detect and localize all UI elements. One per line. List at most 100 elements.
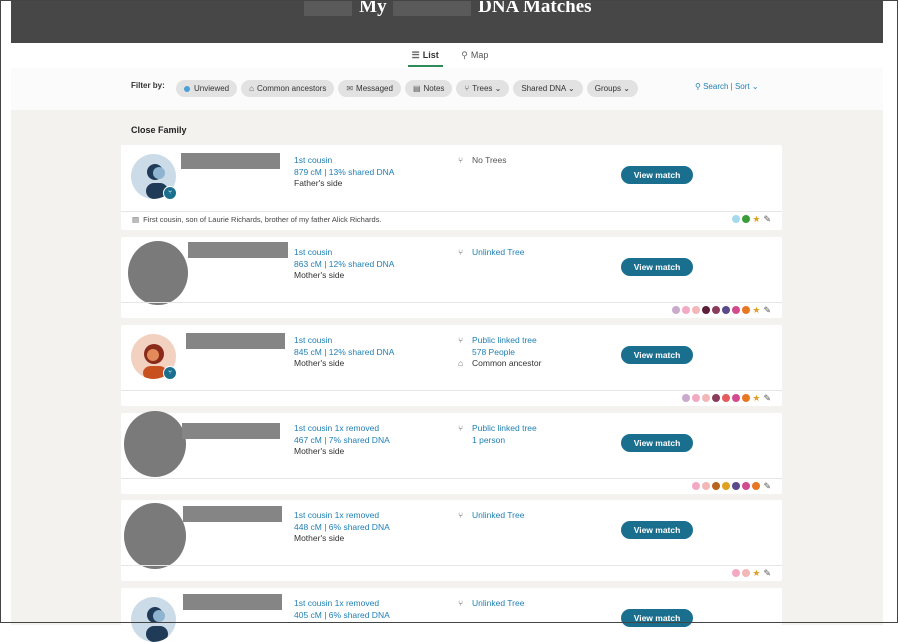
relationship[interactable]: 1st cousin	[294, 155, 394, 167]
group-dot	[732, 569, 741, 577]
star-icon[interactable]: ★	[752, 569, 760, 578]
group-dot	[732, 394, 741, 402]
filter-chip-common-ancestors[interactable]: ⌂ Common ancestors	[241, 80, 335, 97]
star-icon[interactable]: ★	[752, 394, 760, 403]
view-match-button[interactable]: View match	[621, 258, 693, 276]
edit-pencil-icon[interactable]: ✎	[763, 306, 771, 315]
tree-icon: ⑂	[458, 423, 464, 433]
chevron-down-icon: ⌄	[623, 84, 630, 93]
list-icon: ☰	[411, 50, 420, 60]
group-dots: ★ ✎	[672, 306, 771, 315]
filter-chips: Unviewed ⌂ Common ancestors ✉ Messaged ▤ No…	[176, 80, 638, 97]
redacted-match-name	[183, 594, 282, 610]
shared-dna[interactable]: 845 cM | 12% shared DNA	[294, 347, 394, 359]
redacted-name	[304, 0, 353, 16]
tree-info: ⑂ Unlinked Tree	[458, 598, 525, 608]
shared-dna[interactable]: 879 cM | 13% shared DNA	[294, 167, 394, 179]
filter-chip-groups[interactable]: Groups ⌄	[586, 80, 638, 97]
match-note[interactable]: ▤ First cousin, son of Laurie Richards, b…	[132, 215, 382, 224]
group-dots: ★ ✎	[682, 394, 771, 403]
relationship-info: 1st cousin 1x removed 405 cM | 6% shared…	[294, 598, 390, 621]
relationship[interactable]: 1st cousin 1x removed	[294, 598, 390, 610]
title-prefix: My	[359, 0, 387, 17]
view-match-button[interactable]: View match	[621, 346, 693, 364]
filter-label: Filter by:	[131, 81, 165, 90]
note-row: ▤ First cousin, son of Laurie Richards, b…	[121, 211, 782, 231]
relationship[interactable]: 1st cousin 1x removed	[294, 510, 390, 522]
star-icon[interactable]: ★	[752, 215, 760, 224]
shared-dna[interactable]: 467 cM | 7% shared DNA	[294, 435, 390, 447]
view-match-button[interactable]: View match	[621, 434, 693, 452]
group-dots: ★ ✎	[732, 569, 771, 578]
group-dot	[732, 482, 741, 490]
tree-icon: ⑂	[458, 510, 464, 520]
chevron-down-icon: ⌄	[568, 84, 575, 93]
match-card[interactable]: 1st cousin 863 cM | 12% shared DNA Mothe…	[121, 237, 782, 318]
redacted-match-name	[181, 153, 280, 169]
relationship-info: 1st cousin 879 cM | 13% shared DNA Fathe…	[294, 155, 394, 190]
group-dot	[692, 394, 701, 402]
group-dot	[722, 394, 731, 402]
search-sort-button[interactable]: ⚲ Search | Sort ⌄	[695, 82, 759, 91]
filter-chip-notes[interactable]: ▤ Notes	[404, 80, 453, 97]
edit-pencil-icon[interactable]: ✎	[763, 394, 771, 403]
edit-pencil-icon[interactable]: ✎	[763, 482, 771, 491]
relationship[interactable]: 1st cousin	[294, 335, 394, 347]
avatar	[124, 503, 186, 569]
tab-map[interactable]: ⚲ Map	[457, 48, 492, 65]
group-dots: ★ ✎	[732, 215, 771, 224]
redacted-match-name	[188, 242, 288, 258]
match-card[interactable]: 1st cousin 1x removed 405 cM | 6% shared…	[121, 588, 782, 642]
edit-pencil-icon[interactable]: ✎	[763, 569, 771, 578]
group-dot	[702, 306, 711, 314]
filter-chip-shared-dna[interactable]: Shared DNA ⌄	[513, 80, 583, 97]
star-icon[interactable]: ★	[752, 306, 760, 315]
dot-icon	[184, 85, 190, 92]
chevron-down-icon: ⌄	[751, 82, 759, 91]
tree-info: ⑂ Unlinked Tree	[458, 247, 525, 257]
view-tabs: ☰ List ⚲ Map	[0, 48, 900, 67]
group-dot	[722, 306, 731, 314]
tab-list[interactable]: ☰ List	[407, 48, 443, 67]
note-icon: ▤	[412, 84, 421, 93]
shared-dna[interactable]: 448 cM | 6% shared DNA	[294, 522, 390, 534]
tree-info: ⑂ Public linked tree 578 People ⌂ Common a…	[458, 335, 542, 368]
tree-icon: ⑂	[458, 335, 464, 345]
search-icon: ⚲	[695, 82, 701, 91]
view-match-button[interactable]: View match	[621, 521, 693, 539]
match-card[interactable]: ⑂ 1st cousin 879 cM | 13% shared DNA Fat…	[121, 145, 782, 230]
relationship[interactable]: 1st cousin	[294, 247, 394, 259]
avatar	[128, 241, 188, 305]
group-dot	[692, 482, 701, 490]
match-card[interactable]: 1st cousin 1x removed 448 cM | 6% shared…	[121, 500, 782, 581]
filter-chip-unviewed[interactable]: Unviewed	[176, 80, 238, 97]
tree-people-count[interactable]: 578 People	[458, 347, 541, 359]
group-dot	[732, 215, 741, 223]
tree-icon: ⑂	[458, 598, 464, 608]
group-dot	[722, 482, 731, 490]
redacted-name	[393, 0, 472, 16]
tree-badge-icon: ⑂	[163, 366, 177, 380]
filter-chip-messaged[interactable]: ✉ Messaged	[338, 80, 401, 97]
group-dot	[742, 569, 751, 577]
match-card[interactable]: ⑂ 1st cousin 845 cM | 12% shared DNA Mot…	[121, 325, 782, 406]
shared-dna[interactable]: 405 cM | 6% shared DNA	[294, 610, 390, 622]
map-pin-icon: ⚲	[461, 50, 468, 60]
filter-chip-trees[interactable]: ⑂ Trees ⌄	[456, 80, 510, 97]
group-dot	[742, 394, 751, 402]
edit-pencil-icon[interactable]: ✎	[763, 215, 771, 224]
view-match-button[interactable]: View match	[621, 609, 693, 627]
match-card[interactable]: 1st cousin 1x removed 467 cM | 7% shared…	[121, 411, 782, 494]
tree-info: ⑂ Unlinked Tree	[458, 510, 525, 520]
ancestor-icon: ⌂	[458, 358, 464, 368]
tree-icon: ⑂	[464, 84, 470, 93]
group-dots: ✎	[692, 482, 771, 491]
side: Father's side	[294, 178, 343, 188]
view-match-button[interactable]: View match	[621, 166, 693, 184]
redacted-match-name	[183, 506, 282, 522]
side: Mother's side	[294, 270, 345, 280]
tree-people-count[interactable]: 1 person	[458, 435, 537, 447]
group-dot	[742, 482, 751, 490]
relationship[interactable]: 1st cousin 1x removed	[294, 423, 390, 435]
shared-dna[interactable]: 863 cM | 12% shared DNA	[294, 259, 394, 271]
